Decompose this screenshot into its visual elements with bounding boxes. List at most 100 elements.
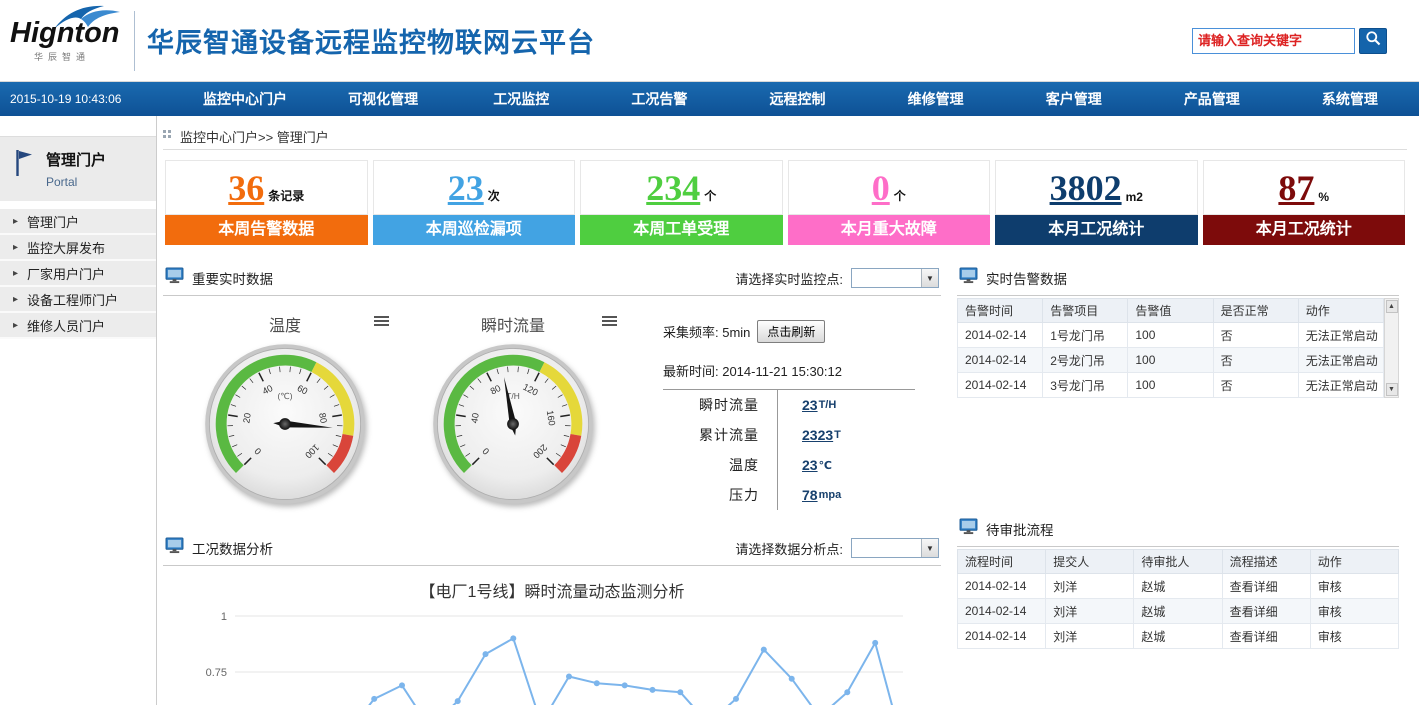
sidebar-item[interactable]: ▸ 设备工程师门户 <box>0 287 156 313</box>
table-cell[interactable]: 查看详细 <box>1222 599 1310 624</box>
nav-menu: 监控中心门户可视化管理工况监控工况告警远程控制维修管理客户管理产品管理系统管理 <box>176 82 1419 116</box>
gauge-title: 瞬时流量 <box>399 312 627 336</box>
main-nav: 2015-10-19 10:43:06 监控中心门户可视化管理工况监控工况告警远… <box>0 82 1419 116</box>
table-scrollbar[interactable]: ▲ ▼ <box>1384 298 1399 398</box>
chart-title: 【电厂1号线】瞬时流量动态监测分析 <box>163 578 941 602</box>
stat-unit: 个 <box>894 187 906 204</box>
monitor-icon <box>165 537 184 559</box>
nav-item[interactable]: 客户管理 <box>1005 82 1143 116</box>
sidebar-item[interactable]: ▸ 监控大屏发布 <box>0 235 156 261</box>
column-header: 待审批人 <box>1134 550 1222 574</box>
stat-value[interactable]: 3802 <box>1050 170 1122 206</box>
sidebar-item-label: 厂家用户门户 <box>27 264 105 283</box>
table-cell[interactable]: 无法正常启动 <box>1298 373 1383 398</box>
metric-value[interactable]: 23 <box>802 397 818 413</box>
nav-item[interactable]: 远程控制 <box>728 82 866 116</box>
portal-title: 管理门户 <box>46 149 106 170</box>
stat-label: 本月工况统计 <box>995 215 1198 245</box>
sidebar: 管理门户 Portal ▸ 管理门户 ▸ 监控大屏发布 ▸ 厂家用户门户 ▸ 设… <box>0 116 157 705</box>
sidebar-item-label: 管理门户 <box>27 212 79 231</box>
stat-value[interactable]: 36 <box>228 170 264 206</box>
metric-name: 温度 <box>663 455 759 475</box>
stat-value[interactable]: 23 <box>448 170 484 206</box>
stat-card: 234 个 本周工单受理 <box>580 160 783 245</box>
stat-value[interactable]: 234 <box>646 170 700 206</box>
nav-item[interactable]: 工况监控 <box>452 82 590 116</box>
nav-item[interactable]: 可视化管理 <box>314 82 452 116</box>
chart-menu-icon[interactable] <box>374 316 389 326</box>
table-cell: 2014-02-14 <box>958 624 1046 649</box>
table-cell[interactable]: 审核 <box>1310 599 1398 624</box>
breadcrumb-text: 监控中心门户>> 管理门户 <box>180 127 329 146</box>
table-row: 2014-02-141号龙门吊100否无法正常启动 <box>958 323 1384 348</box>
metric-row: 累计流量 2323 T <box>663 420 937 450</box>
analysis-section-header: 工况数据分析 请选择数据分析点: ▼ <box>163 531 941 566</box>
stat-value[interactable]: 0 <box>872 170 890 206</box>
dashboard-page: Hignton 华辰智通 华辰智通设备远程监控物联网云平台 2015-10-19… <box>0 0 1419 705</box>
frequency-label: 采集频率: 5min <box>663 322 750 341</box>
header: Hignton 华辰智通 华辰智通设备远程监控物联网云平台 <box>0 0 1419 82</box>
stat-unit: 次 <box>488 187 500 204</box>
table-cell: 刘洋 <box>1046 599 1134 624</box>
metric-name: 瞬时流量 <box>663 395 759 415</box>
table-cell[interactable]: 无法正常启动 <box>1298 323 1383 348</box>
header-divider <box>134 11 135 71</box>
table-cell[interactable]: 查看详细 <box>1222 624 1310 649</box>
metric-row: 温度 23 ℃ <box>663 450 937 480</box>
refresh-button[interactable]: 点击刷新 <box>757 320 825 343</box>
monitor-point-select[interactable]: ▼ <box>851 268 939 288</box>
logo-subtext: 华辰智通 <box>10 50 132 63</box>
table-row: 2014-02-14刘洋赵城查看详细审核 <box>958 574 1399 599</box>
sidebar-item[interactable]: ▸ 厂家用户门户 <box>0 261 156 287</box>
sidebar-item[interactable]: ▸ 管理门户 <box>0 209 156 235</box>
table-cell[interactable]: 审核 <box>1310 624 1398 649</box>
approval-section-header: 待审批流程 <box>957 512 1399 547</box>
search-input[interactable] <box>1192 28 1355 54</box>
metric-value[interactable]: 78 <box>802 487 818 503</box>
table-cell: 否 <box>1213 373 1298 398</box>
scroll-down-icon[interactable]: ▼ <box>1386 383 1398 396</box>
metric-unit: T/H <box>819 399 837 411</box>
arrow-right-icon: ▸ <box>13 216 18 227</box>
table-cell: 1号龙门吊 <box>1043 323 1128 348</box>
section-title: 待审批流程 <box>986 519 1054 539</box>
section-title: 重要实时数据 <box>192 268 273 288</box>
table-cell[interactable]: 审核 <box>1310 574 1398 599</box>
main-content: 监控中心门户>> 管理门户 36 条记录 本周告警数据 23 次 本周巡检漏项 … <box>157 116 1419 705</box>
flow-gauge-box: 瞬时流量 04080120160200T/H <box>399 304 627 513</box>
scroll-up-icon[interactable]: ▲ <box>1386 300 1398 313</box>
latest-time: 最新时间: 2014-11-21 15:30:12 <box>663 361 915 390</box>
monitor-icon <box>959 518 978 540</box>
metric-value[interactable]: 23 <box>802 457 818 473</box>
search-button[interactable] <box>1359 28 1387 54</box>
nav-item[interactable]: 维修管理 <box>867 82 1005 116</box>
table-row: 2014-02-143号龙门吊100否无法正常启动 <box>958 373 1384 398</box>
metric-name: 累计流量 <box>663 425 759 445</box>
stat-value[interactable]: 87 <box>1278 170 1314 206</box>
nav-item[interactable]: 产品管理 <box>1143 82 1281 116</box>
stats-row: 36 条记录 本周告警数据 23 次 本周巡检漏项 234 个 本周工单受理 0… <box>165 160 1405 245</box>
approval-table: 流程时间提交人待审批人流程描述动作 2014-02-14刘洋赵城查看详细审核20… <box>957 549 1399 649</box>
nav-item[interactable]: 工况告警 <box>590 82 728 116</box>
stat-label: 本周告警数据 <box>165 215 368 245</box>
svg-text:80: 80 <box>317 412 328 424</box>
analysis-point-select[interactable]: ▼ <box>851 538 939 558</box>
nav-item[interactable]: 监控中心门户 <box>176 82 314 116</box>
gauge-zone: 温度 020406080100(℃) 瞬时流量 04080120160200T/… <box>163 296 941 525</box>
sidebar-item[interactable]: ▸ 维修人员门户 <box>0 313 156 339</box>
column-header: 提交人 <box>1046 550 1134 574</box>
portal-subtitle: Portal <box>46 175 106 189</box>
metric-value[interactable]: 2323 <box>802 427 833 443</box>
table-cell: 2号龙门吊 <box>1043 348 1128 373</box>
chart-menu-icon[interactable] <box>602 316 617 326</box>
svg-text:(℃): (℃) <box>278 391 293 401</box>
table-cell[interactable]: 无法正常启动 <box>1298 348 1383 373</box>
logo-text: Hignton <box>10 19 132 48</box>
realtime-section-header: 重要实时数据 请选择实时监控点: ▼ <box>163 261 941 296</box>
column-header: 是否正常 <box>1213 299 1298 323</box>
nav-item[interactable]: 系统管理 <box>1281 82 1419 116</box>
table-cell[interactable]: 查看详细 <box>1222 574 1310 599</box>
table-cell: 2014-02-14 <box>958 574 1046 599</box>
temperature-gauge-box: 温度 020406080100(℃) <box>171 304 399 513</box>
section-title: 实时告警数据 <box>986 268 1067 288</box>
